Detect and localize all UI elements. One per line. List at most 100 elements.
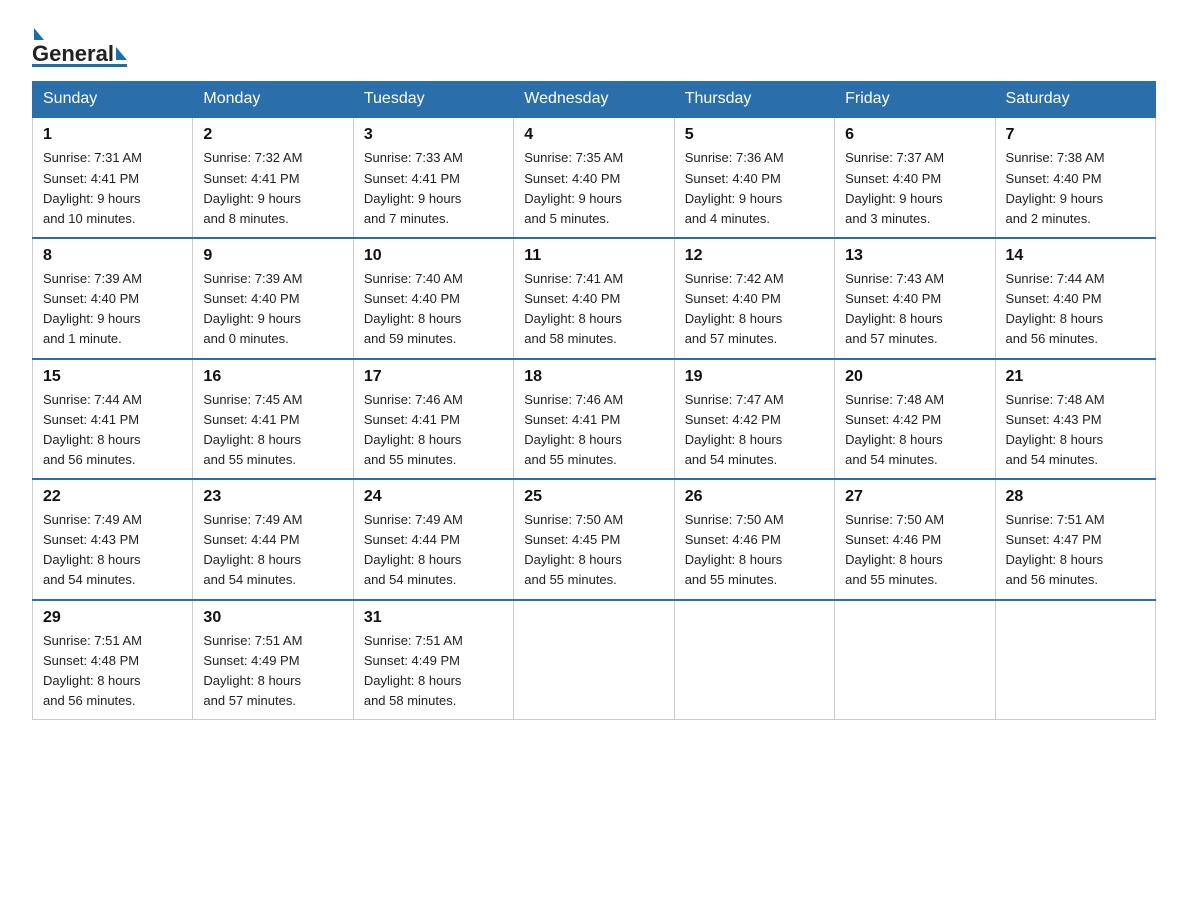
day-number: 12 xyxy=(685,247,824,265)
day-info: Sunrise: 7:44 AMSunset: 4:40 PMDaylight:… xyxy=(1006,269,1145,350)
col-header-saturday: Saturday xyxy=(995,82,1155,118)
calendar-cell: 30 Sunrise: 7:51 AMSunset: 4:49 PMDayligh… xyxy=(193,600,353,720)
day-number: 9 xyxy=(203,247,342,265)
day-info: Sunrise: 7:36 AMSunset: 4:40 PMDaylight:… xyxy=(685,148,824,229)
calendar-cell: 17 Sunrise: 7:46 AMSunset: 4:41 PMDayligh… xyxy=(353,359,513,480)
day-info: Sunrise: 7:44 AMSunset: 4:41 PMDaylight:… xyxy=(43,390,182,471)
day-info: Sunrise: 7:43 AMSunset: 4:40 PMDaylight:… xyxy=(845,269,984,350)
day-number: 22 xyxy=(43,488,182,506)
day-info: Sunrise: 7:40 AMSunset: 4:40 PMDaylight:… xyxy=(364,269,503,350)
day-info: Sunrise: 7:31 AMSunset: 4:41 PMDaylight:… xyxy=(43,148,182,229)
day-info: Sunrise: 7:37 AMSunset: 4:40 PMDaylight:… xyxy=(845,148,984,229)
calendar-cell: 24 Sunrise: 7:49 AMSunset: 4:44 PMDayligh… xyxy=(353,479,513,600)
day-number: 14 xyxy=(1006,247,1145,265)
calendar-cell: 1 Sunrise: 7:31 AMSunset: 4:41 PMDaylight… xyxy=(33,117,193,238)
day-info: Sunrise: 7:50 AMSunset: 4:46 PMDaylight:… xyxy=(845,510,984,591)
day-number: 23 xyxy=(203,488,342,506)
calendar-cell: 16 Sunrise: 7:45 AMSunset: 4:41 PMDayligh… xyxy=(193,359,353,480)
day-number: 31 xyxy=(364,609,503,627)
calendar-cell: 31 Sunrise: 7:51 AMSunset: 4:49 PMDayligh… xyxy=(353,600,513,720)
day-info: Sunrise: 7:46 AMSunset: 4:41 PMDaylight:… xyxy=(364,390,503,471)
col-header-tuesday: Tuesday xyxy=(353,82,513,118)
calendar-cell: 7 Sunrise: 7:38 AMSunset: 4:40 PMDaylight… xyxy=(995,117,1155,238)
calendar-cell: 12 Sunrise: 7:42 AMSunset: 4:40 PMDayligh… xyxy=(674,238,834,359)
day-number: 24 xyxy=(364,488,503,506)
day-info: Sunrise: 7:42 AMSunset: 4:40 PMDaylight:… xyxy=(685,269,824,350)
day-info: Sunrise: 7:32 AMSunset: 4:41 PMDaylight:… xyxy=(203,148,342,229)
calendar-cell: 19 Sunrise: 7:47 AMSunset: 4:42 PMDayligh… xyxy=(674,359,834,480)
col-header-monday: Monday xyxy=(193,82,353,118)
calendar-cell: 6Sunrise: 7:37 AMSunset: 4:40 PMDaylight… xyxy=(835,117,995,238)
calendar-cell: 3 Sunrise: 7:33 AMSunset: 4:41 PMDaylight… xyxy=(353,117,513,238)
col-header-thursday: Thursday xyxy=(674,82,834,118)
calendar-cell: 20 Sunrise: 7:48 AMSunset: 4:42 PMDayligh… xyxy=(835,359,995,480)
day-info: Sunrise: 7:51 AMSunset: 4:47 PMDaylight:… xyxy=(1006,510,1145,591)
day-number: 7 xyxy=(1006,126,1145,144)
col-header-sunday: Sunday xyxy=(33,82,193,118)
day-info: Sunrise: 7:49 AMSunset: 4:43 PMDaylight:… xyxy=(43,510,182,591)
day-number: 17 xyxy=(364,368,503,386)
day-number: 20 xyxy=(845,368,984,386)
calendar-cell: 9 Sunrise: 7:39 AMSunset: 4:40 PMDaylight… xyxy=(193,238,353,359)
day-number: 13 xyxy=(845,247,984,265)
day-info: Sunrise: 7:48 AMSunset: 4:42 PMDaylight:… xyxy=(845,390,984,471)
calendar-cell: 13 Sunrise: 7:43 AMSunset: 4:40 PMDayligh… xyxy=(835,238,995,359)
day-number: 3 xyxy=(364,126,503,144)
week-row-2: 8 Sunrise: 7:39 AMSunset: 4:40 PMDaylight… xyxy=(33,238,1156,359)
page-header: General xyxy=(32,24,1156,67)
calendar-cell xyxy=(674,600,834,720)
day-info: Sunrise: 7:33 AMSunset: 4:41 PMDaylight:… xyxy=(364,148,503,229)
day-number: 10 xyxy=(364,247,503,265)
calendar-cell: 26 Sunrise: 7:50 AMSunset: 4:46 PMDayligh… xyxy=(674,479,834,600)
calendar-cell xyxy=(995,600,1155,720)
day-number: 5 xyxy=(685,126,824,144)
day-info: Sunrise: 7:49 AMSunset: 4:44 PMDaylight:… xyxy=(364,510,503,591)
day-number: 30 xyxy=(203,609,342,627)
day-info: Sunrise: 7:47 AMSunset: 4:42 PMDaylight:… xyxy=(685,390,824,471)
day-number: 8 xyxy=(43,247,182,265)
day-info: Sunrise: 7:41 AMSunset: 4:40 PMDaylight:… xyxy=(524,269,663,350)
day-info: Sunrise: 7:38 AMSunset: 4:40 PMDaylight:… xyxy=(1006,148,1145,229)
day-info: Sunrise: 7:49 AMSunset: 4:44 PMDaylight:… xyxy=(203,510,342,591)
day-number: 27 xyxy=(845,488,984,506)
calendar-cell: 25Sunrise: 7:50 AMSunset: 4:45 PMDayligh… xyxy=(514,479,674,600)
day-number: 21 xyxy=(1006,368,1145,386)
col-header-wednesday: Wednesday xyxy=(514,82,674,118)
week-row-5: 29 Sunrise: 7:51 AMSunset: 4:48 PMDayligh… xyxy=(33,600,1156,720)
day-number: 19 xyxy=(685,368,824,386)
day-info: Sunrise: 7:46 AMSunset: 4:41 PMDaylight:… xyxy=(524,390,663,471)
calendar-table: SundayMondayTuesdayWednesdayThursdayFrid… xyxy=(32,81,1156,720)
logo-general2: General xyxy=(32,42,114,66)
day-info: Sunrise: 7:39 AMSunset: 4:40 PMDaylight:… xyxy=(203,269,342,350)
day-number: 18 xyxy=(524,368,663,386)
day-number: 26 xyxy=(685,488,824,506)
week-row-4: 22 Sunrise: 7:49 AMSunset: 4:43 PMDayligh… xyxy=(33,479,1156,600)
day-number: 2 xyxy=(203,126,342,144)
calendar-cell: 27 Sunrise: 7:50 AMSunset: 4:46 PMDayligh… xyxy=(835,479,995,600)
calendar-cell: 11Sunrise: 7:41 AMSunset: 4:40 PMDayligh… xyxy=(514,238,674,359)
day-number: 1 xyxy=(43,126,182,144)
day-info: Sunrise: 7:35 AMSunset: 4:40 PMDaylight:… xyxy=(524,148,663,229)
day-info: Sunrise: 7:48 AMSunset: 4:43 PMDaylight:… xyxy=(1006,390,1145,471)
calendar-cell: 23 Sunrise: 7:49 AMSunset: 4:44 PMDayligh… xyxy=(193,479,353,600)
calendar-cell xyxy=(835,600,995,720)
day-info: Sunrise: 7:50 AMSunset: 4:46 PMDaylight:… xyxy=(685,510,824,591)
day-info: Sunrise: 7:51 AMSunset: 4:49 PMDaylight:… xyxy=(364,631,503,712)
calendar-cell: 2 Sunrise: 7:32 AMSunset: 4:41 PMDaylight… xyxy=(193,117,353,238)
day-number: 4 xyxy=(524,126,663,144)
day-info: Sunrise: 7:51 AMSunset: 4:49 PMDaylight:… xyxy=(203,631,342,712)
day-number: 28 xyxy=(1006,488,1145,506)
week-row-1: 1 Sunrise: 7:31 AMSunset: 4:41 PMDaylight… xyxy=(33,117,1156,238)
calendar-cell: 14 Sunrise: 7:44 AMSunset: 4:40 PMDayligh… xyxy=(995,238,1155,359)
day-number: 16 xyxy=(203,368,342,386)
day-number: 25 xyxy=(524,488,663,506)
day-info: Sunrise: 7:51 AMSunset: 4:48 PMDaylight:… xyxy=(43,631,182,712)
calendar-cell: 15Sunrise: 7:44 AMSunset: 4:41 PMDayligh… xyxy=(33,359,193,480)
day-number: 29 xyxy=(43,609,182,627)
col-header-friday: Friday xyxy=(835,82,995,118)
calendar-cell: 29 Sunrise: 7:51 AMSunset: 4:48 PMDayligh… xyxy=(33,600,193,720)
calendar-cell: 28 Sunrise: 7:51 AMSunset: 4:47 PMDayligh… xyxy=(995,479,1155,600)
logo-chevron-icon xyxy=(116,47,127,60)
day-info: Sunrise: 7:39 AMSunset: 4:40 PMDaylight:… xyxy=(43,269,182,350)
day-info: Sunrise: 7:45 AMSunset: 4:41 PMDaylight:… xyxy=(203,390,342,471)
